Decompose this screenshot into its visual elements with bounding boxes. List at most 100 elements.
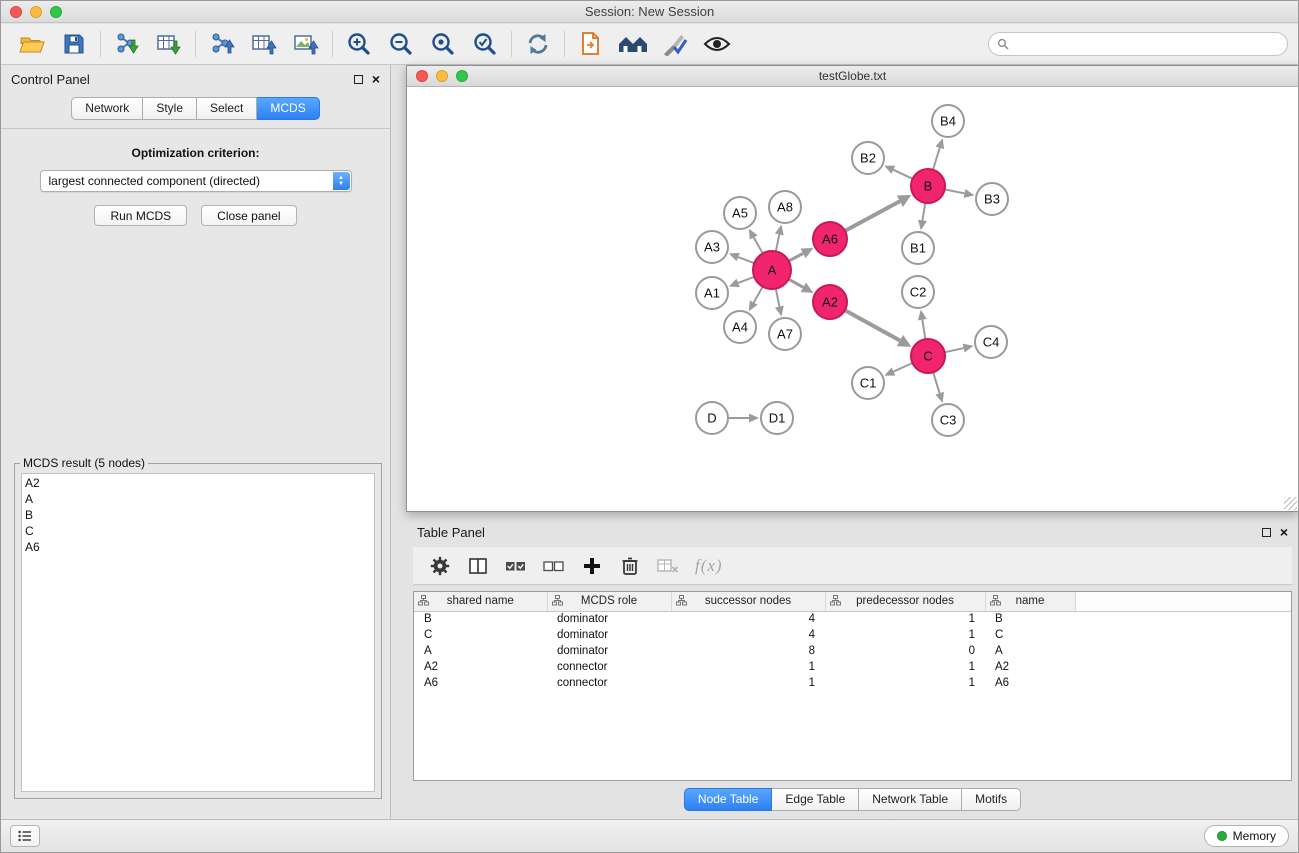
resize-grip[interactable] <box>1284 497 1297 510</box>
delete-table-button[interactable] <box>653 551 682 581</box>
column-header-mcds-role[interactable]: MCDS role <box>547 592 671 611</box>
graph-node-A4[interactable]: A4 <box>724 311 756 343</box>
graph-node-A3[interactable]: A3 <box>696 231 728 263</box>
graph-edge-A-A6[interactable] <box>789 253 803 261</box>
graph-edge-A6-B[interactable] <box>845 201 900 231</box>
graph-node-A[interactable]: A <box>753 251 791 289</box>
search-input[interactable] <box>1014 37 1279 51</box>
network-graph[interactable]: A A6 A2 B C A5 A8 A3 A1A4 A7 B2 B4 B3 B1 C2 C4 C1 C3 D D1 <box>407 87 1298 511</box>
zoom-network-button[interactable] <box>456 70 468 82</box>
tab-mcds[interactable]: MCDS <box>257 97 319 120</box>
tab-network-table[interactable]: Network Table <box>859 788 962 811</box>
memory-button[interactable]: Memory <box>1204 825 1289 847</box>
graph-node-B4[interactable]: B4 <box>932 105 964 137</box>
tab-network[interactable]: Network <box>71 97 143 120</box>
table-row[interactable]: A6connector11A6 <box>414 675 1291 691</box>
optimization-criterion-dropdown[interactable]: largest connected component (directed) ▲… <box>40 170 352 192</box>
search-field[interactable] <box>988 32 1288 56</box>
task-history-button[interactable] <box>10 825 40 847</box>
graph-edge-B-B3[interactable] <box>945 189 965 193</box>
show-hide-button[interactable] <box>696 27 738 61</box>
close-panel-icon[interactable]: × <box>372 74 380 84</box>
graph-edge-A-A5[interactable] <box>754 237 763 253</box>
mcds-result-list[interactable]: A2ABCA6 <box>21 473 375 792</box>
open-session-button[interactable] <box>11 27 53 61</box>
graph-node-B1[interactable]: B1 <box>902 232 934 264</box>
graph-node-A7[interactable]: A7 <box>769 318 801 350</box>
graph-node-C[interactable]: C <box>911 339 945 373</box>
tab-style[interactable]: Style <box>143 97 197 120</box>
zoom-fit-button[interactable] <box>422 27 464 61</box>
graph-node-B2[interactable]: B2 <box>852 142 884 174</box>
open-document-button[interactable] <box>570 27 612 61</box>
graph-node-D[interactable]: D <box>696 402 728 434</box>
table-row[interactable]: A2connector11A2 <box>414 659 1291 675</box>
float-panel-icon[interactable] <box>354 75 363 84</box>
column-header-predecessor-nodes[interactable]: predecessor nodes <box>825 592 985 611</box>
zoom-in-button[interactable] <box>338 27 380 61</box>
deselect-all-button[interactable] <box>539 551 568 581</box>
import-table-button[interactable] <box>148 27 190 61</box>
close-network-button[interactable] <box>416 70 428 82</box>
graph-edge-A-A1[interactable] <box>738 277 754 283</box>
graph-node-A2[interactable]: A2 <box>813 285 847 319</box>
mcds-result-item[interactable]: A2 <box>25 475 371 491</box>
column-header-shared-name[interactable]: shared name <box>414 592 547 611</box>
save-session-button[interactable] <box>53 27 95 61</box>
graph-edge-A-A4[interactable] <box>754 287 763 303</box>
function-builder-button[interactable]: f(x) <box>695 556 723 576</box>
graph-node-C2[interactable]: C2 <box>902 276 934 308</box>
graph-edge-B-B2[interactable] <box>893 170 912 179</box>
graph-node-C1[interactable]: C1 <box>852 367 884 399</box>
graph-node-D1[interactable]: D1 <box>761 402 793 434</box>
close-panel-button[interactable]: Close panel <box>201 205 296 226</box>
tab-edge-table[interactable]: Edge Table <box>772 788 859 811</box>
mcds-result-item[interactable]: A <box>25 491 371 507</box>
export-image-button[interactable] <box>285 27 327 61</box>
graph-node-A6[interactable]: A6 <box>813 222 847 256</box>
graph-node-B3[interactable]: B3 <box>976 183 1008 215</box>
graph-node-A5[interactable]: A5 <box>724 197 756 229</box>
table-row[interactable]: Cdominator41C <box>414 627 1291 643</box>
table-row[interactable]: Adominator80A <box>414 643 1291 659</box>
tab-node-table[interactable]: Node Table <box>684 788 773 811</box>
graph-edge-A-A3[interactable] <box>738 257 754 263</box>
table-row[interactable]: Bdominator41B <box>414 611 1291 627</box>
minimize-network-button[interactable] <box>436 70 448 82</box>
network-canvas[interactable]: A A6 A2 B C A5 A8 A3 A1A4 A7 B2 B4 B3 B1 C2 C4 C1 C3 D D1 <box>407 87 1298 511</box>
refresh-layout-button[interactable] <box>517 27 559 61</box>
zoom-out-button[interactable] <box>380 27 422 61</box>
graph-node-A8[interactable]: A8 <box>769 191 801 223</box>
mcds-result-item[interactable]: A6 <box>25 539 371 555</box>
mcds-result-item[interactable]: B <box>25 507 371 523</box>
column-header-successor-nodes[interactable]: successor nodes <box>671 592 825 611</box>
graph-node-A1[interactable]: A1 <box>696 277 728 309</box>
run-mcds-button[interactable]: Run MCDS <box>94 205 187 226</box>
float-table-panel-icon[interactable] <box>1262 528 1271 537</box>
graph-edge-C-C1[interactable] <box>894 363 913 372</box>
mcds-result-item[interactable]: C <box>25 523 371 539</box>
node-table[interactable]: shared nameMCDS rolesuccessor nodesprede… <box>413 591 1292 781</box>
graph-edge-A-A7[interactable] <box>776 289 780 307</box>
graph-edge-B-B1[interactable] <box>922 203 925 221</box>
homes-button[interactable] <box>612 27 654 61</box>
column-header-name[interactable]: name <box>985 592 1075 611</box>
graph-node-C3[interactable]: C3 <box>932 404 964 436</box>
import-network-button[interactable] <box>106 27 148 61</box>
graph-node-B[interactable]: B <box>911 169 945 203</box>
export-table-button[interactable] <box>243 27 285 61</box>
apply-style-button[interactable] <box>654 27 696 61</box>
add-column-button[interactable] <box>577 551 606 581</box>
close-table-panel-icon[interactable]: × <box>1280 527 1288 537</box>
graph-edge-A-A2[interactable] <box>789 279 804 287</box>
zoom-selected-button[interactable] <box>464 27 506 61</box>
select-all-button[interactable] <box>501 551 530 581</box>
graph-edge-C-C3[interactable] <box>933 372 940 393</box>
show-columns-button[interactable] <box>463 551 492 581</box>
graph-edge-A2-C[interactable] <box>845 310 900 340</box>
graph-edge-A-A8[interactable] <box>776 234 780 251</box>
graph-node-C4[interactable]: C4 <box>975 326 1007 358</box>
tab-select[interactable]: Select <box>197 97 257 120</box>
tab-motifs[interactable]: Motifs <box>962 788 1021 811</box>
graph-edge-B-B4[interactable] <box>933 148 940 170</box>
